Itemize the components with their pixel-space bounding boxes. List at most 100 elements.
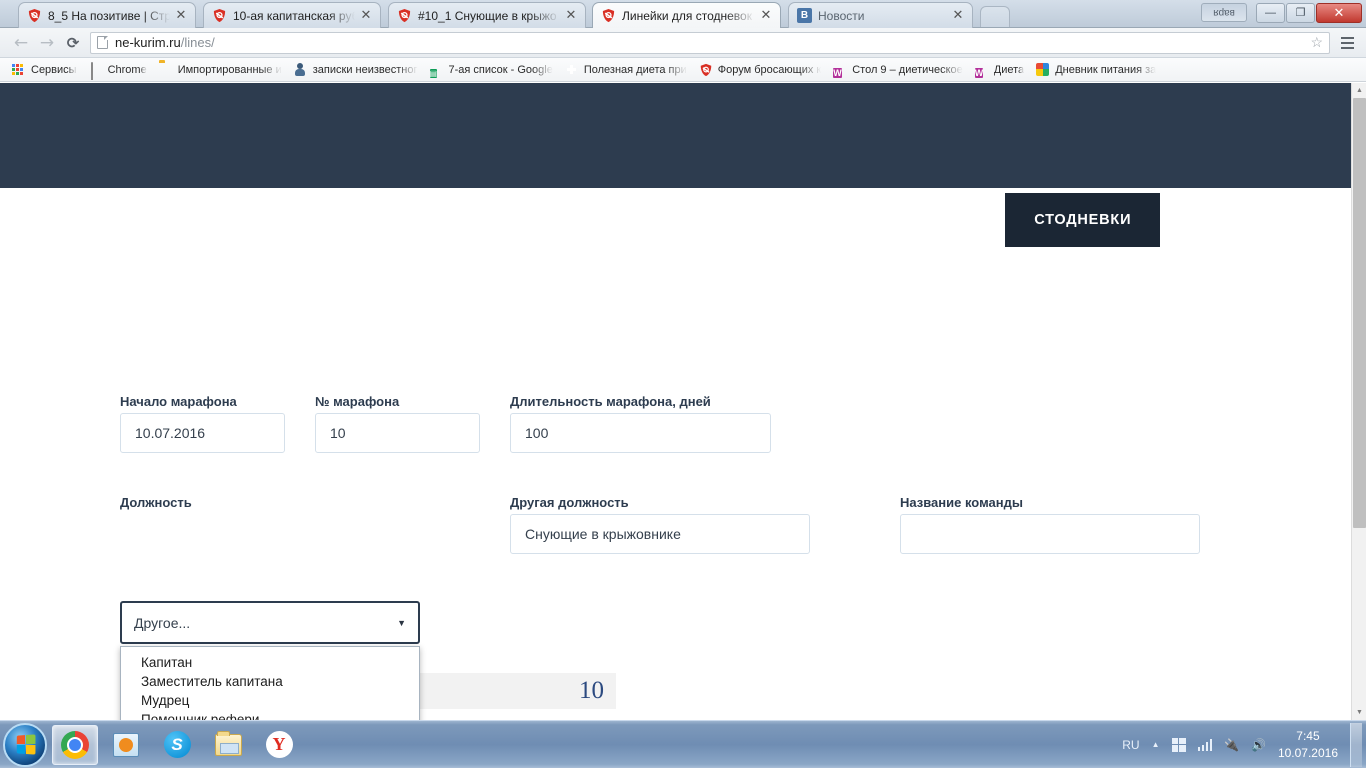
input-number[interactable]: 10 [315, 413, 480, 453]
system-tray: RU ▲ 🔌 🔊 7:45 10.07.2016 [1116, 721, 1366, 769]
close-icon[interactable]: ✕ [173, 8, 189, 24]
taskbar-explorer[interactable] [205, 725, 251, 765]
taskbar-skype[interactable]: S [154, 725, 200, 765]
taskbar-clock[interactable]: 7:45 10.07.2016 [1272, 728, 1348, 760]
url-domain: ne-kurim.ru [115, 35, 181, 50]
window-controls: варя — ❐ ✕ [1201, 2, 1362, 23]
word-icon: W [833, 67, 842, 78]
input-other-position[interactable]: Снующие в крыжовнике [510, 514, 810, 554]
back-icon[interactable]: ← [8, 31, 34, 55]
browser-tab[interactable]: #10_1 Снующие в крыжо ✕ [388, 2, 586, 28]
profile-button[interactable]: варя [1201, 3, 1247, 22]
input-start[interactable]: 10.07.2016 [120, 413, 285, 453]
document-icon [89, 61, 103, 80]
page-viewport: ГЕНЕРАТОР ЛИНЕЕК СТОДНЕВКИ КОНТАКТЫ Нача… [0, 83, 1366, 720]
page-scrollbar[interactable]: ▲ ▼ [1351, 83, 1366, 720]
shield-icon [212, 8, 227, 23]
close-window-button[interactable]: ✕ [1316, 2, 1362, 23]
taskbar-media-player[interactable] [103, 725, 149, 765]
network-signal-icon[interactable] [1192, 738, 1219, 751]
select-option[interactable]: Заместитель капитана [121, 672, 419, 691]
bookmark-label: Форум бросающих к [717, 63, 822, 76]
close-icon[interactable]: ✕ [358, 8, 374, 24]
chrome-menu-icon[interactable] [1336, 36, 1358, 49]
select-position[interactable]: Другое... ▼ [120, 601, 420, 644]
nav-item-stodnevki[interactable]: СТОДНЕВКИ [1005, 193, 1161, 247]
windows-tray-icon[interactable] [1166, 737, 1192, 752]
browser-tab[interactable]: 8_5 На позитиве | Страни ✕ [18, 2, 196, 28]
url-text: ne-kurim.ru/lines/ [115, 35, 215, 50]
tab-title: #10_1 Снующие в крыжо [418, 8, 557, 23]
browser-tab[interactable]: В Новости ✕ [788, 2, 973, 28]
show-hidden-icons[interactable]: ▲ [1146, 740, 1166, 749]
clock-time: 7:45 [1296, 729, 1320, 744]
banner-number: 10 [579, 677, 604, 704]
close-icon[interactable]: ✕ [563, 8, 579, 24]
minimize-button[interactable]: — [1256, 2, 1285, 23]
windows-taskbar: S Y RU ▲ 🔌 🔊 7:45 10.07.2016 [0, 720, 1366, 768]
folder-explorer-icon [214, 730, 242, 756]
input-duration[interactable]: 100 [510, 413, 771, 453]
volume-icon[interactable]: 🔊 [1245, 738, 1272, 752]
bookmark-label: Сервисы [31, 63, 77, 76]
select-option[interactable]: Помощник рефери [121, 710, 419, 720]
show-desktop-button[interactable] [1350, 722, 1362, 767]
bookmark-label: 7-ая список - Google [448, 63, 553, 76]
vk-icon: В [797, 8, 812, 23]
tab-title: 10-ая капитанская рубка [233, 8, 355, 23]
power-plug-icon[interactable]: 🔌 [1218, 738, 1245, 752]
address-bar[interactable]: ne-kurim.ru/lines/ ☆ [90, 31, 1330, 54]
select-position-value: Другое... [134, 614, 191, 631]
browser-tab[interactable]: 10-ая капитанская рубка ✕ [203, 2, 381, 28]
bookmark-label: Стол 9 – диетическое [852, 63, 963, 76]
bookmark-item[interactable]: записки неизвестног [288, 60, 424, 80]
scroll-up-icon[interactable]: ▲ [1352, 83, 1366, 98]
scrollbar-thumb[interactable] [1353, 98, 1366, 528]
select-option[interactable]: Мудрец [121, 691, 419, 710]
bookmark-item[interactable]: Chrome [83, 60, 153, 80]
taskbar-chrome[interactable] [52, 724, 98, 765]
new-tab-button[interactable] [980, 6, 1010, 27]
reload-icon[interactable]: ⟳ [60, 31, 86, 55]
bookmark-item[interactable]: Полезная диета при [559, 60, 693, 80]
maximize-button[interactable]: ❐ [1286, 2, 1315, 23]
red-cross-icon [565, 63, 579, 77]
tab-title: Новости [818, 8, 865, 23]
page-info-icon[interactable] [97, 36, 108, 49]
tab-title: 8_5 На позитиве | Страни [48, 8, 170, 23]
language-indicator[interactable]: RU [1116, 738, 1145, 752]
taskbar-yandex[interactable]: Y [256, 725, 302, 765]
site-header [0, 83, 1351, 188]
apps-grid-icon [12, 63, 26, 77]
label-start: Начало марафона [120, 394, 237, 409]
nav-item-kontakty[interactable]: КОНТАКТЫ [1160, 193, 1306, 247]
close-icon[interactable]: ✕ [758, 8, 774, 24]
select-position-dropdown[interactable]: Капитан Заместитель капитана Мудрец Помо… [120, 646, 420, 720]
bookmark-item[interactable]: Форум бросающих к [693, 60, 827, 80]
browser-toolbar: ← → ⟳ ne-kurim.ru/lines/ ☆ [0, 28, 1366, 58]
bookmark-item[interactable]: Сервисы [6, 60, 83, 80]
skype-icon: S [163, 731, 191, 758]
bookmark-star-icon[interactable]: ☆ [1304, 34, 1323, 51]
bookmark-item[interactable]: W Стол 9 – диетическое [827, 60, 969, 80]
start-button[interactable] [3, 722, 47, 767]
tab-title: Линейки для стодневок б [622, 8, 755, 23]
input-team[interactable] [900, 514, 1200, 554]
bookmark-item[interactable]: W Диета [969, 60, 1030, 80]
label-position: Должность [120, 495, 192, 510]
scroll-down-icon[interactable]: ▼ [1352, 705, 1366, 720]
bookmark-label: Chrome [107, 63, 147, 76]
browser-tab-active[interactable]: Линейки для стодневок б ✕ [592, 2, 781, 28]
bookmark-item[interactable]: Импортированные и [153, 60, 288, 80]
bookmark-label: Полезная диета при [583, 63, 687, 76]
shield-icon [27, 8, 42, 23]
page-title: ГЕНЕРАТОР ЛИНЕЕК [104, 209, 410, 241]
chrome-icon [61, 730, 89, 759]
tab-strip: 8_5 На позитиве | Страни ✕ 10-ая капитан… [0, 0, 1366, 28]
close-icon[interactable]: ✕ [950, 8, 966, 24]
select-option[interactable]: Капитан [121, 653, 419, 672]
bookmark-item[interactable]: ▤ 7-ая список - Google [424, 60, 559, 80]
bookmark-item[interactable]: Дневник питания за [1030, 60, 1162, 80]
forward-icon[interactable]: → [34, 31, 60, 55]
bookmark-label: записки неизвестног [312, 63, 418, 76]
